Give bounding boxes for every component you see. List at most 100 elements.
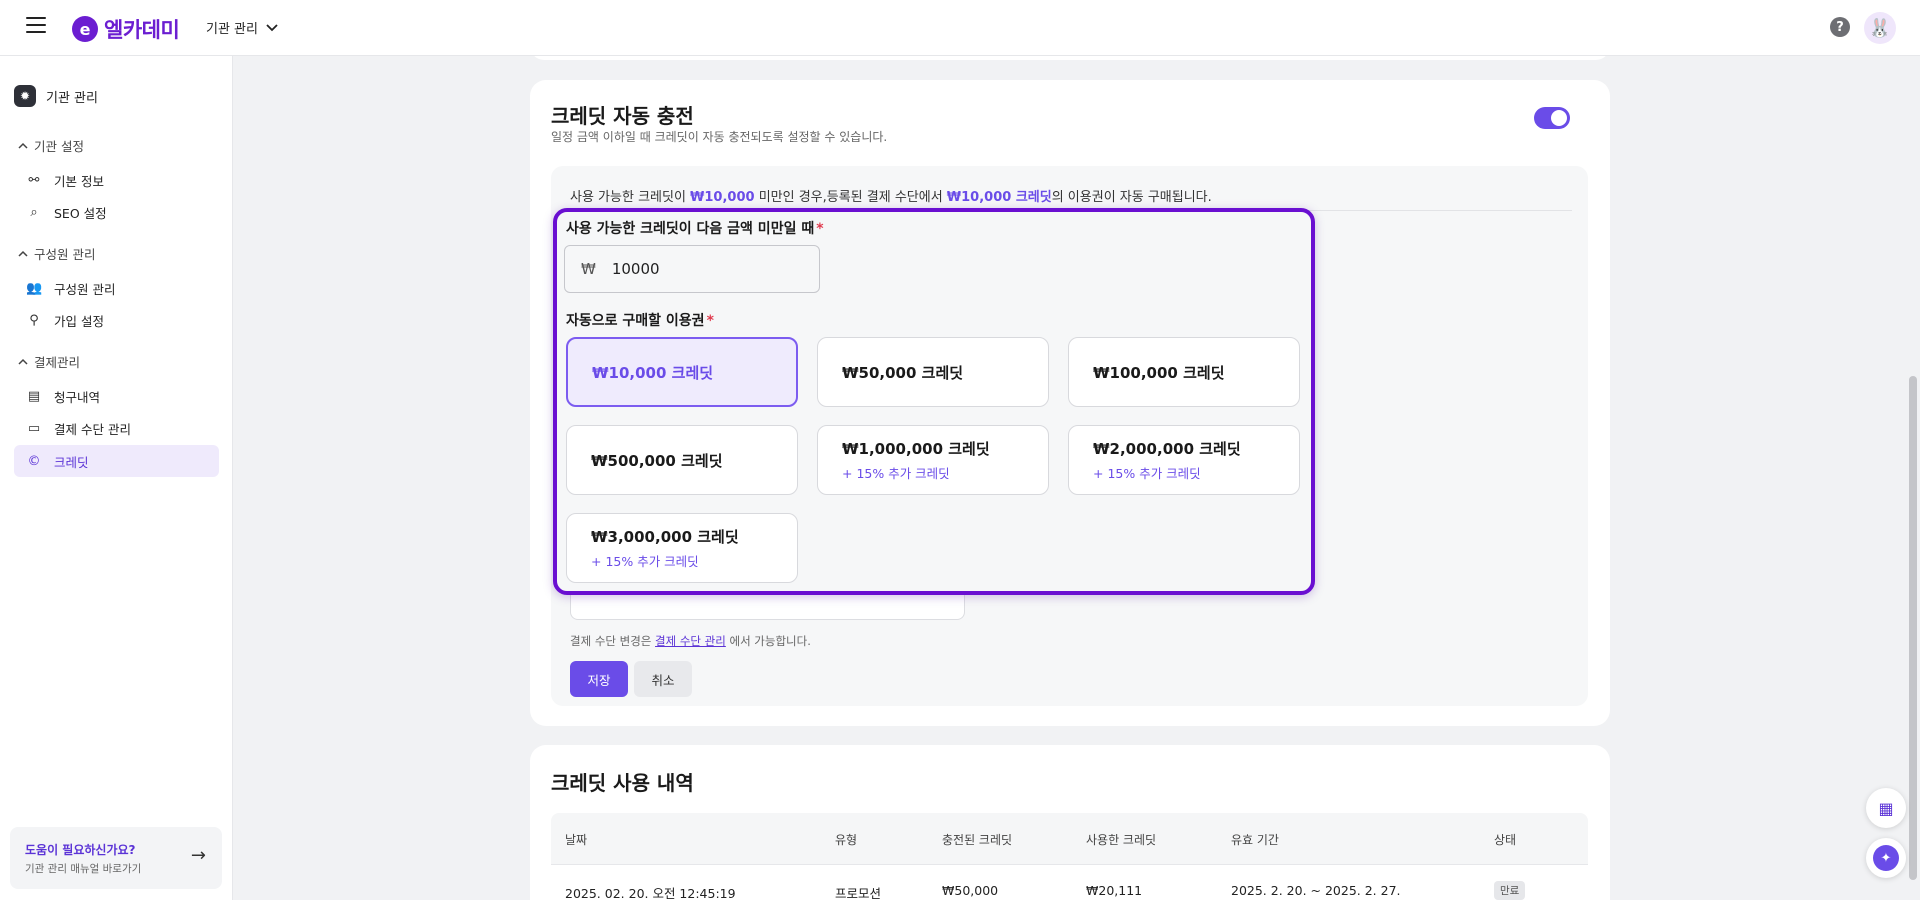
help-card-title: 도움이 필요하신가요? [25,843,136,857]
receipt-icon: ▤ [27,388,41,404]
notice-text: 의 이용권이 자동 구매됩니다. [1051,190,1212,205]
threshold-label: 사용 가능한 크레딧이 다음 금액 미만일 때 * [566,218,824,238]
plan-option-label: ₩2,000,000 크레딧 [1093,440,1241,458]
threshold-value: 10000 [611,260,660,278]
sidebar-group-billing[interactable]: 결제관리 [18,352,80,371]
payment-methods-link[interactable]: 결제 수단 관리 [655,634,726,648]
column-header: 사용한 크레딧 [1086,833,1157,847]
status-badge: 만료 [1494,881,1526,900]
note-text: 결제 수단 변경은 [570,634,656,648]
plan-option-label: ₩10,000 크레딧 [592,363,714,382]
column-header: 충전된 크레딧 [942,833,1013,847]
plan-option-500000[interactable]: ₩500,000 크레딧 [566,425,798,495]
logo-text: 엘카데미 [104,18,180,42]
sidebar-item-label: 청구내역 [54,389,101,405]
plan-option-label: ₩50,000 크레딧 [842,363,964,382]
auto-charge-notice: 사용 가능한 크레딧이 ₩10,000 미만인 경우,등록된 결제 수단에서 ₩… [570,186,1212,205]
plan-option-label: ₩3,000,000 크레딧 [591,528,739,546]
plan-label: 자동으로 구매할 이용권 * [566,310,714,330]
required-mark: * [816,221,824,237]
sidebar-item-basic-info[interactable]: ⚯ 기본 정보 [14,164,219,196]
notice-text: 미만인 경우,등록된 결제 수단에서 [754,190,947,205]
credit-usage-table: 날짜 유형 충전된 크레딧 사용한 크레딧 유효 기간 상태 2025. 02.… [551,813,1588,900]
sidebar-item-signup-settings[interactable]: ⚲ 가입 설정 [14,304,219,336]
threshold-label-text: 사용 가능한 크레딧이 다음 금액 미만일 때 [566,221,815,237]
sidebar-item-payment-methods[interactable]: ▭ 결제 수단 관리 [14,412,219,444]
menu-icon[interactable] [26,17,46,37]
sidebar-group-label: 구성원 관리 [34,247,96,262]
table-row[interactable]: 2025. 02. 20. 오전 12:45:19 프로모션 ₩50,000 ₩… [551,865,1588,900]
sidebar-title-label: 기관 관리 [46,90,98,106]
chevron-up-icon [18,142,28,149]
help-card-subtitle: 기관 관리 매뉴얼 바로가기 [25,863,142,875]
arrow-right-icon: → [190,845,206,866]
notice-threshold: ₩10,000 [690,190,755,205]
sidebar-item-credits[interactable]: © 크레딧 [14,445,219,477]
won-icon: ₩ [581,260,596,278]
sidebar-item-label: SEO 설정 [54,205,107,221]
sidebar-group-org-settings[interactable]: 기관 설정 [18,136,84,155]
help-card[interactable]: 도움이 필요하신가요? 기관 관리 매뉴얼 바로가기 → [10,827,222,889]
sidebar-group-members[interactable]: 구성원 관리 [18,244,95,263]
column-header: 상태 [1494,833,1517,847]
row-type: 프로모션 [835,886,882,900]
chevron-up-icon [18,358,28,365]
auto-charge-toggle[interactable] [1534,107,1570,129]
copyright-icon: © [27,453,41,469]
required-mark: * [706,313,714,329]
auto-charge-options-panel: 사용 가능한 크레딧이 다음 금액 미만일 때 * ₩ 10000 자동으로 구매… [553,208,1315,595]
chat-icon: ✦ [1873,845,1899,871]
sidebar-item-label: 가입 설정 [54,313,104,329]
auto-charge-title: 크레딧 자동 충전 [551,104,694,128]
plan-option-3000000[interactable]: ₩3,000,000 크레딧 + 15% 추가 크레딧 [566,513,798,583]
credit-usage-title: 크레딧 사용 내역 [551,771,694,795]
notice-plan: ₩10,000 크레딧 [946,190,1052,205]
logo[interactable]: e 엘카데미 [72,14,180,44]
row-period: 2025. 2. 20. ~ 2025. 2. 27. [1231,883,1401,898]
sidebar: ✹ 기관 관리 기관 설정 ⚯ 기본 정보 ⌕ SEO 설정 구성원 관리 👥 … [0,56,233,900]
column-header: 유형 [835,833,858,847]
add-user-icon: ⚲ [29,312,39,328]
plan-option-label: ₩500,000 크레딧 [591,451,723,470]
sidebar-item-label: 크레딧 [54,454,89,470]
plan-option-50000[interactable]: ₩50,000 크레딧 [817,337,1049,407]
row-charged: ₩50,000 [942,883,999,898]
sidebar-title[interactable]: ✹ 기관 관리 [14,85,98,107]
sidebar-group-label: 결제관리 [34,355,81,370]
scrollbar-thumb[interactable] [1909,376,1917,880]
chat-button[interactable]: ✦ [1866,838,1906,878]
sidebar-item-invoices[interactable]: ▤ 청구내역 [14,380,219,412]
logo-mark: e [72,16,98,42]
org-selector-label: 기관 관리 [206,22,258,37]
sidebar-item-label: 기본 정보 [54,173,104,189]
plan-option-1000000[interactable]: ₩1,000,000 크레딧 + 15% 추가 크레딧 [817,425,1049,495]
threshold-input[interactable]: ₩ 10000 [564,245,820,293]
auto-charge-subtitle: 일정 금액 이하일 때 크레딧이 자동 충전되도록 설정할 수 있습니다. [551,130,888,144]
apps-grid-icon[interactable]: ▦ [1866,788,1906,828]
users-icon: 👥 [26,280,43,296]
row-used: ₩20,111 [1086,883,1143,898]
credit-usage-card: 크레딧 사용 내역 날짜 유형 충전된 크레딧 사용한 크레딧 유효 기간 상태… [530,745,1610,900]
plan-option-bonus: + 15% 추가 크레딧 [842,466,950,481]
payment-method-note: 결제 수단 변경은 결제 수단 관리 에서 가능합니다. [570,633,811,649]
plan-option-2000000[interactable]: ₩2,000,000 크레딧 + 15% 추가 크레딧 [1068,425,1300,495]
org-selector[interactable]: 기관 관리 [206,18,278,37]
plan-option-10000[interactable]: ₩10,000 크레딧 [566,337,798,407]
plan-label-text: 자동으로 구매할 이용권 [566,313,705,329]
help-icon[interactable]: ? [1830,17,1850,37]
avatar[interactable]: 🐰 [1864,12,1896,44]
plan-option-100000[interactable]: ₩100,000 크레딧 [1068,337,1300,407]
gear-icon: ✹ [14,85,36,107]
save-button[interactable]: 저장 [570,661,628,697]
sidebar-item-seo[interactable]: ⌕ SEO 설정 [14,196,219,228]
row-date: 2025. 02. 20. 오전 12:45:19 [565,886,736,900]
column-header: 날짜 [565,833,588,847]
plan-option-bonus: + 15% 추가 크레딧 [591,554,699,569]
cancel-button[interactable]: 취소 [634,661,692,697]
sidebar-item-members[interactable]: 👥 구성원 관리 [14,272,219,304]
plan-option-bonus: + 15% 추가 크레딧 [1093,466,1201,481]
note-text: 에서 가능합니다. [725,634,811,648]
plan-option-label: ₩100,000 크레딧 [1093,363,1225,382]
sidebar-item-label: 결제 수단 관리 [54,421,131,437]
column-header: 유효 기간 [1231,833,1279,847]
